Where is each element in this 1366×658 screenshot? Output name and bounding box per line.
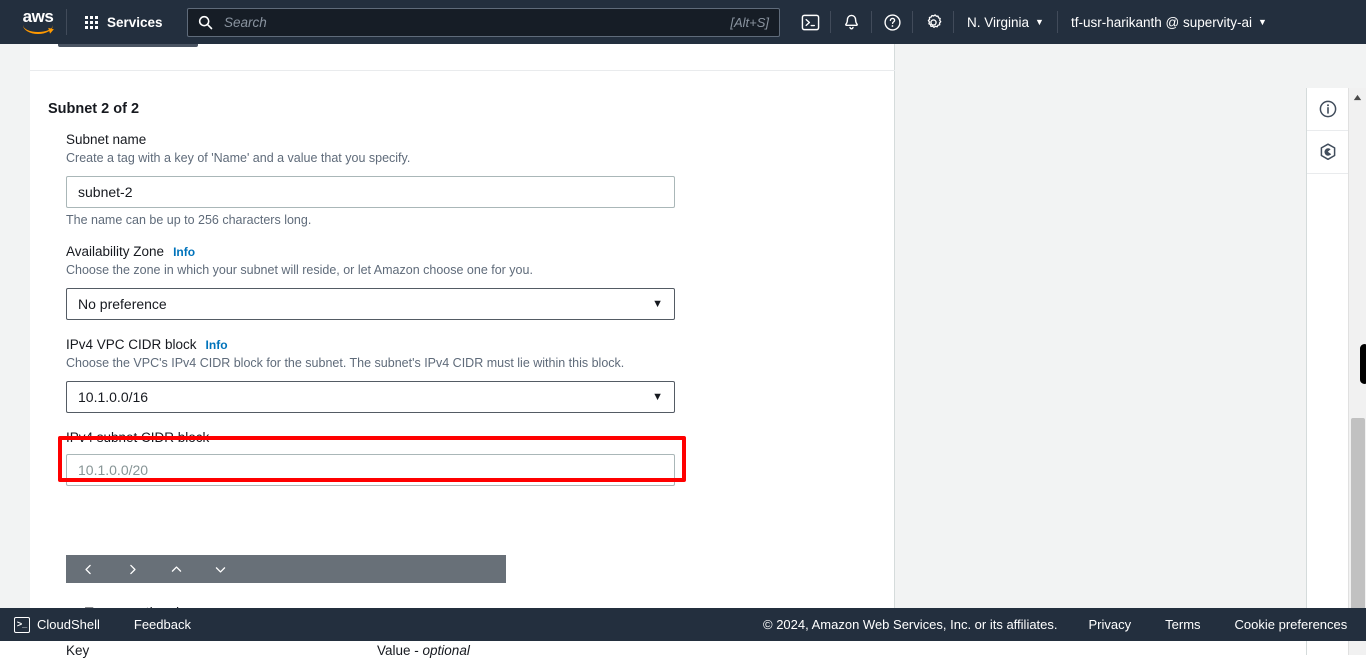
nav-next-button[interactable] xyxy=(110,555,154,583)
chevron-down-icon: ▼ xyxy=(1258,18,1267,27)
subnet-cidr-input[interactable] xyxy=(66,454,675,486)
chevron-down-icon: ▼ xyxy=(652,391,663,403)
hexagon-shield-icon xyxy=(1318,142,1338,162)
availability-zone-info-link[interactable]: Info xyxy=(173,245,195,259)
search-icon xyxy=(198,15,213,30)
question-circle-icon xyxy=(883,13,902,32)
availability-zone-value: No preference xyxy=(78,296,167,312)
info-panel-button[interactable] xyxy=(1307,88,1349,131)
subnet-name-hint: The name can be up to 256 characters lon… xyxy=(66,213,766,227)
cloudshell-nav-button[interactable] xyxy=(790,0,830,44)
cloudshell-footer-button[interactable]: >_ CloudShell xyxy=(14,617,100,633)
top-divider xyxy=(30,70,895,71)
nav-up-button[interactable] xyxy=(154,555,198,583)
tags-column-headers: Key Value - optional xyxy=(66,643,911,658)
search-input[interactable] xyxy=(222,14,730,31)
bell-icon xyxy=(842,13,861,32)
tags-value-optional: optional xyxy=(423,643,470,658)
mini-navigation-toolbar xyxy=(66,555,506,583)
subnet-cidr-label-text: IPv4 subnet CIDR block xyxy=(66,430,209,445)
search-shortcut-hint: [Alt+S] xyxy=(730,15,769,30)
privacy-link[interactable]: Privacy xyxy=(1089,617,1132,632)
subnet-name-label-text: Subnet name xyxy=(66,132,146,147)
field-vpc-cidr-block: IPv4 VPC CIDR block Info Choose the VPC'… xyxy=(66,337,766,413)
terms-link[interactable]: Terms xyxy=(1165,617,1200,632)
grid-icon xyxy=(85,16,98,29)
cookie-preferences-link[interactable]: Cookie preferences xyxy=(1235,617,1348,632)
settings-button[interactable] xyxy=(913,0,953,44)
chevron-down-icon xyxy=(214,563,227,576)
vpc-cidr-value: 10.1.0.0/16 xyxy=(78,389,148,405)
right-sidebar xyxy=(1306,88,1348,655)
subnet-name-label: Subnet name xyxy=(66,132,766,147)
scrollbar-thumb[interactable] xyxy=(1351,418,1365,614)
availability-zone-select[interactable]: No preference ▼ xyxy=(66,288,675,320)
scroll-up-arrow[interactable] xyxy=(1349,90,1366,104)
top-navigation-bar: aws Services [Alt+S] xyxy=(0,0,1366,44)
terminal-icon xyxy=(801,13,820,32)
vpc-cidr-label: IPv4 VPC CIDR block Info xyxy=(66,337,766,352)
availability-zone-label-text: Availability Zone xyxy=(66,244,164,259)
chevron-left-icon xyxy=(82,563,95,576)
field-availability-zone: Availability Zone Info Choose the zone i… xyxy=(66,244,766,320)
chevron-up-icon xyxy=(170,563,183,576)
copyright-text: © 2024, Amazon Web Services, Inc. or its… xyxy=(763,617,1058,632)
nav-previous-button[interactable] xyxy=(66,555,110,583)
subnet-cidr-label: IPv4 subnet CIDR block xyxy=(66,430,766,445)
footer-bar: >_ CloudShell Feedback © 2024, Amazon We… xyxy=(0,608,1366,641)
nav-down-button[interactable] xyxy=(198,555,242,583)
field-subnet-cidr-block: IPv4 subnet CIDR block xyxy=(66,430,766,486)
tags-key-header: Key xyxy=(66,643,377,658)
services-menu-button[interactable]: Services xyxy=(73,0,175,44)
availability-zone-label: Availability Zone Info xyxy=(66,244,766,259)
region-label: N. Virginia xyxy=(967,15,1029,30)
nav-divider xyxy=(66,9,67,35)
subnet-name-description: Create a tag with a key of 'Name' and a … xyxy=(66,150,766,167)
chevron-right-icon xyxy=(126,563,139,576)
info-circle-icon xyxy=(1318,99,1338,119)
help-button[interactable] xyxy=(872,0,912,44)
terminal-icon: >_ xyxy=(14,617,30,633)
triangle-up-icon xyxy=(1353,94,1362,101)
page-title: Subnet 2 of 2 xyxy=(48,101,139,117)
shield-panel-button[interactable] xyxy=(1307,131,1349,174)
tags-value-header-text: Value - xyxy=(377,643,423,658)
subnet-name-input[interactable] xyxy=(66,176,675,208)
subnet-form-card: Subnet 2 of 2 Subnet name Create a tag w… xyxy=(30,44,895,611)
account-label: tf-usr-harikanth @ supervity-ai xyxy=(1071,15,1252,30)
gear-icon xyxy=(924,13,943,32)
field-subnet-name: Subnet name Create a tag with a key of '… xyxy=(66,132,766,227)
page-body: Subnet 2 of 2 Subnet name Create a tag w… xyxy=(0,44,1366,611)
edge-indicator xyxy=(1360,344,1366,384)
chevron-down-icon: ▼ xyxy=(652,298,663,310)
availability-zone-description: Choose the zone in which your subnet wil… xyxy=(66,262,766,279)
aws-logo[interactable]: aws xyxy=(16,10,60,34)
global-search-box[interactable]: [Alt+S] xyxy=(187,8,780,37)
vpc-cidr-label-text: IPv4 VPC CIDR block xyxy=(66,337,197,352)
tags-value-header: Value - optional xyxy=(377,643,470,658)
vpc-cidr-info-link[interactable]: Info xyxy=(206,338,228,352)
feedback-link[interactable]: Feedback xyxy=(134,617,191,632)
account-menu[interactable]: tf-usr-harikanth @ supervity-ai ▼ xyxy=(1058,0,1280,44)
vpc-cidr-description: Choose the VPC's IPv4 CIDR block for the… xyxy=(66,355,766,372)
chevron-down-icon: ▼ xyxy=(1035,18,1044,27)
aws-wordmark: aws xyxy=(23,10,54,24)
vpc-cidr-select[interactable]: 10.1.0.0/16 ▼ xyxy=(66,381,675,413)
aws-smile-icon xyxy=(23,25,53,34)
region-selector[interactable]: N. Virginia ▼ xyxy=(954,0,1057,44)
cloudshell-label: CloudShell xyxy=(37,617,100,632)
services-label: Services xyxy=(107,15,163,30)
notifications-button[interactable] xyxy=(831,0,871,44)
subnet-form: Subnet name Create a tag with a key of '… xyxy=(66,132,766,486)
